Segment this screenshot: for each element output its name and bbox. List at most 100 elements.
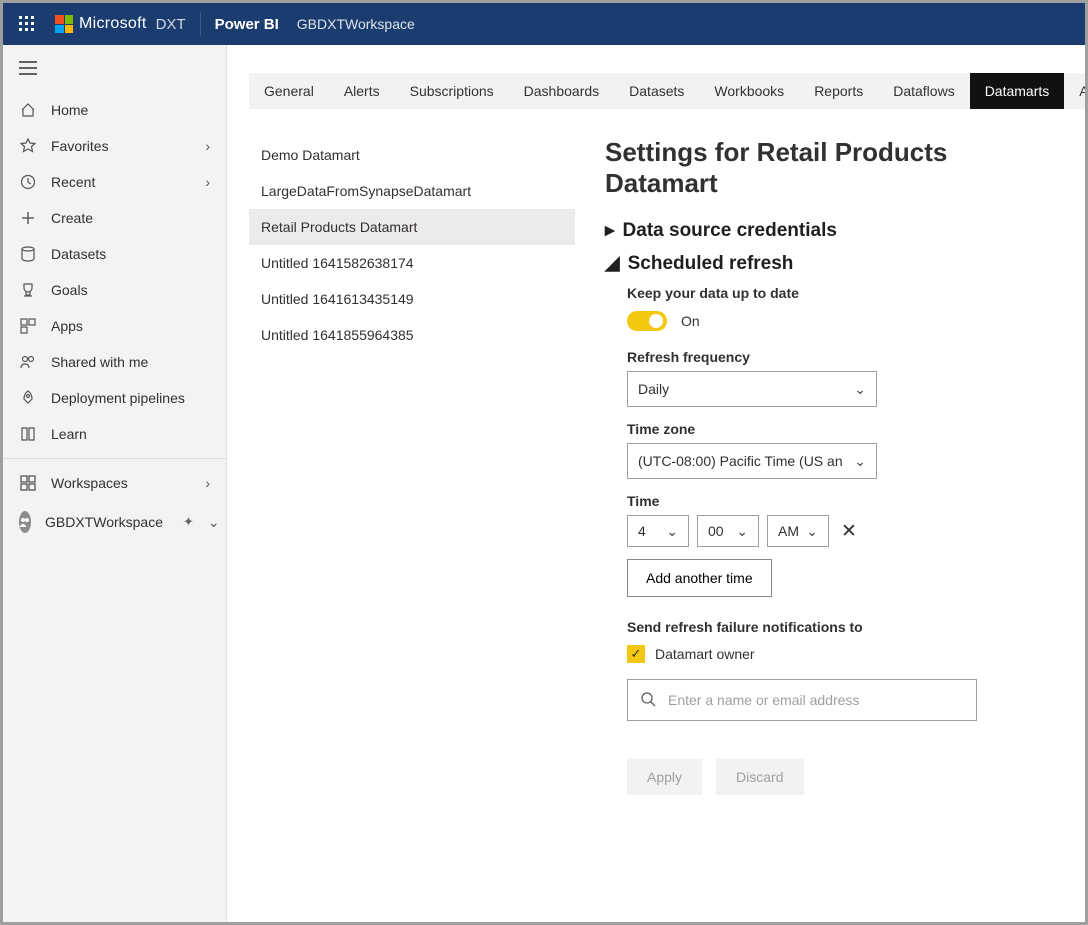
caret-right-icon: ▸ bbox=[605, 219, 615, 242]
db-icon bbox=[19, 246, 37, 262]
nav-item-deployment-pipelines[interactable]: Deployment pipelines bbox=[3, 380, 226, 416]
toggle-state-label: On bbox=[681, 313, 700, 329]
tab-dashboards[interactable]: Dashboards bbox=[509, 73, 615, 109]
nav-workspaces[interactable]: Workspaces › bbox=[3, 465, 226, 501]
timezone-label: Time zone bbox=[627, 421, 1045, 437]
notify-label: Send refresh failure notifications to bbox=[627, 619, 1045, 635]
nav-item-label: Datasets bbox=[51, 246, 106, 262]
keep-data-label: Keep your data up to date bbox=[627, 285, 1045, 301]
chevron-right-icon: › bbox=[205, 138, 210, 154]
nav-item-label: Learn bbox=[51, 426, 87, 442]
apply-button[interactable]: Apply bbox=[627, 759, 702, 795]
notify-owner-label: Datamart owner bbox=[655, 646, 755, 662]
microsoft-icon bbox=[55, 15, 73, 33]
chevron-down-icon: ⌄ bbox=[736, 523, 748, 540]
chevron-down-icon: ⌄ bbox=[806, 523, 818, 540]
trophy-icon bbox=[19, 282, 37, 298]
apps-icon bbox=[19, 318, 37, 334]
refresh-toggle[interactable] bbox=[627, 311, 667, 331]
tab-workbooks[interactable]: Workbooks bbox=[699, 73, 799, 109]
panel-title: Settings for Retail Products Datamart bbox=[605, 137, 1045, 199]
datamart-item[interactable]: Demo Datamart bbox=[249, 137, 575, 173]
book-icon bbox=[19, 426, 37, 442]
add-time-button[interactable]: Add another time bbox=[627, 559, 772, 597]
global-header: Microsoft DXT Power BI GBDXTWorkspace bbox=[3, 3, 1085, 45]
tab-subscriptions[interactable]: Subscriptions bbox=[395, 73, 509, 109]
datamart-item[interactable]: Untitled 1641855964385 bbox=[249, 317, 575, 353]
time-hour-value: 4 bbox=[638, 523, 646, 539]
frequency-select[interactable]: Daily ⌄ bbox=[627, 371, 877, 407]
chevron-down-icon: ⌄ bbox=[666, 523, 678, 540]
plus-icon bbox=[19, 210, 37, 226]
nav-item-datasets[interactable]: Datasets bbox=[3, 236, 226, 272]
tab-reports[interactable]: Reports bbox=[799, 73, 878, 109]
rocket-icon bbox=[19, 390, 37, 406]
nav-workspaces-label: Workspaces bbox=[51, 475, 128, 491]
notify-contact-input[interactable] bbox=[668, 692, 964, 708]
chevron-down-icon: ⌄ bbox=[854, 381, 866, 398]
nav-item-shared-with-me[interactable]: Shared with me bbox=[3, 344, 226, 380]
nav-item-favorites[interactable]: Favorites› bbox=[3, 128, 226, 164]
nav-item-create[interactable]: Create bbox=[3, 200, 226, 236]
star-icon bbox=[19, 138, 37, 154]
search-icon bbox=[640, 691, 656, 710]
datamart-item[interactable]: Untitled 1641613435149 bbox=[249, 281, 575, 317]
microsoft-logo: Microsoft DXT bbox=[55, 15, 186, 33]
frequency-label: Refresh frequency bbox=[627, 349, 1045, 365]
tab-alerts[interactable]: Alerts bbox=[329, 73, 395, 109]
clock-icon bbox=[19, 174, 37, 190]
header-separator bbox=[200, 12, 201, 36]
app-launcher-icon[interactable] bbox=[9, 6, 45, 42]
datamart-item[interactable]: LargeDataFromSynapseDatamart bbox=[249, 173, 575, 209]
time-ampm-select[interactable]: AM ⌄ bbox=[767, 515, 829, 547]
section-scheduled-refresh[interactable]: ◢ Scheduled refresh bbox=[605, 252, 1045, 275]
notify-owner-checkbox[interactable]: ✓ bbox=[627, 645, 645, 663]
tab-datasets[interactable]: Datasets bbox=[614, 73, 699, 109]
tab-datamarts[interactable]: Datamarts bbox=[970, 73, 1065, 109]
datamart-item[interactable]: Untitled 1641582638174 bbox=[249, 245, 575, 281]
nav-item-label: Apps bbox=[51, 318, 83, 334]
workspace-breadcrumb[interactable]: GBDXTWorkspace bbox=[297, 16, 415, 32]
discard-button[interactable]: Discard bbox=[716, 759, 803, 795]
section-credentials-label: Data source credentials bbox=[623, 220, 837, 242]
notify-contact-search[interactable] bbox=[627, 679, 977, 721]
time-label: Time bbox=[627, 493, 1045, 509]
datamart-list: Demo DatamartLargeDataFromSynapseDatamar… bbox=[249, 137, 575, 795]
nav-item-home[interactable]: Home bbox=[3, 92, 226, 128]
nav-toggle-button[interactable] bbox=[3, 51, 226, 88]
nav-item-label: Goals bbox=[51, 282, 88, 298]
chevron-right-icon: › bbox=[205, 475, 210, 491]
workspace-avatar-icon bbox=[19, 511, 31, 533]
section-refresh-label: Scheduled refresh bbox=[628, 253, 794, 275]
premium-icon: ✦ bbox=[183, 514, 194, 530]
chevron-down-icon: ⌄ bbox=[208, 514, 220, 531]
tab-general[interactable]: General bbox=[249, 73, 329, 109]
timezone-select[interactable]: (UTC-08:00) Pacific Time (US an ⌄ bbox=[627, 443, 877, 479]
nav-current-workspace[interactable]: GBDXTWorkspace ✦ ⌄ bbox=[3, 501, 226, 543]
section-credentials[interactable]: ▸ Data source credentials bbox=[605, 219, 1045, 242]
nav-current-workspace-label: GBDXTWorkspace bbox=[45, 514, 163, 530]
remove-time-button[interactable]: ✕ bbox=[837, 520, 861, 543]
nav-item-apps[interactable]: Apps bbox=[3, 308, 226, 344]
datamart-item[interactable]: Retail Products Datamart bbox=[249, 209, 575, 245]
workspaces-icon bbox=[19, 475, 37, 491]
nav-item-label: Home bbox=[51, 102, 88, 118]
chevron-down-icon: ⌄ bbox=[854, 453, 866, 470]
tab-dataflows[interactable]: Dataflows bbox=[878, 73, 969, 109]
dxt-label: DXT bbox=[156, 16, 186, 33]
nav-item-recent[interactable]: Recent› bbox=[3, 164, 226, 200]
nav-item-goals[interactable]: Goals bbox=[3, 272, 226, 308]
time-minute-select[interactable]: 00 ⌄ bbox=[697, 515, 759, 547]
nav-item-learn[interactable]: Learn bbox=[3, 416, 226, 452]
people-icon bbox=[19, 354, 37, 370]
left-nav: Home Favorites›Recent›Create Datasets Goals… bbox=[3, 45, 227, 922]
product-label[interactable]: Power BI bbox=[215, 16, 279, 33]
tab-app[interactable]: App bbox=[1064, 73, 1085, 109]
time-minute-value: 00 bbox=[708, 523, 724, 539]
main-content: GeneralAlertsSubscriptionsDashboardsData… bbox=[227, 45, 1085, 922]
settings-panel: Settings for Retail Products Datamart ▸ … bbox=[605, 137, 1065, 795]
settings-tabs: GeneralAlertsSubscriptionsDashboardsData… bbox=[249, 73, 1065, 109]
timezone-value: (UTC-08:00) Pacific Time (US an bbox=[638, 453, 843, 469]
time-hour-select[interactable]: 4 ⌄ bbox=[627, 515, 689, 547]
home-icon bbox=[19, 102, 37, 118]
